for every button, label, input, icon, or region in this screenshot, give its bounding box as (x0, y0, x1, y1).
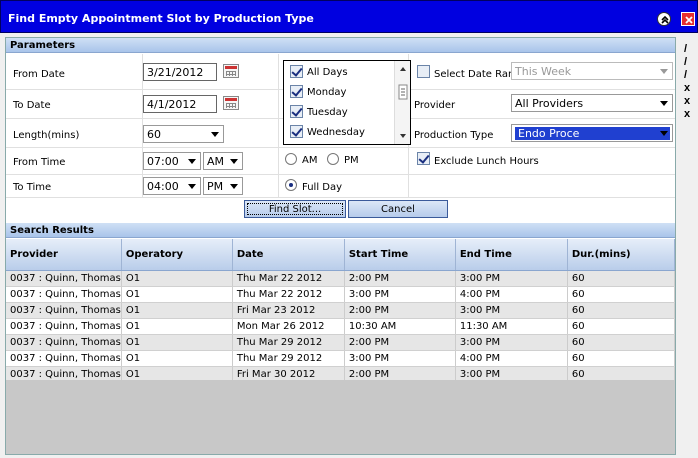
from-date-label: From Date (13, 69, 65, 80)
table-row[interactable]: 0037 : Quinn, Thomas O1 Thu Mar 22 2012 3:0… (6, 286, 676, 303)
production-type-select[interactable]: Endo Proce (511, 124, 673, 142)
results-table: Provider Operatory Date Start Time End T… (6, 239, 676, 383)
calendar-icon[interactable] (223, 64, 239, 78)
to-date-input[interactable]: 4/1/2012 (143, 95, 217, 113)
cancel-button[interactable]: Cancel (348, 200, 448, 218)
am-label: AM (302, 155, 318, 166)
parameters-header: Parameters (6, 38, 675, 53)
double-chevron-up-icon (661, 15, 669, 24)
day-label: Monday (307, 87, 347, 98)
chevron-down-icon (230, 184, 238, 189)
search-results-header: Search Results (6, 223, 675, 238)
side-mark: / (684, 43, 688, 55)
exclude-lunch-label: Exclude Lunch Hours (434, 156, 539, 167)
side-strip: / / / x x x (679, 37, 698, 455)
window-body: Parameters From Date 3/21/2012 To Date 4… (0, 33, 698, 458)
from-date-input[interactable]: 3/21/2012 (143, 63, 217, 81)
column-header-provider[interactable]: Provider (6, 239, 122, 271)
length-select[interactable]: 60 (143, 125, 224, 143)
side-mark: x (684, 82, 691, 94)
select-date-range-checkbox[interactable] (417, 65, 430, 78)
pm-radio[interactable] (327, 153, 339, 165)
day-list[interactable]: All Days Monday Tuesday Wednesday (283, 60, 411, 145)
from-time-ampm-select[interactable]: AM (203, 152, 243, 170)
chevron-down-icon (211, 132, 219, 137)
to-time-label: To Time (13, 182, 52, 193)
column-header-start-time[interactable]: Start Time (344, 239, 456, 271)
side-mark: / (684, 56, 688, 68)
table-row[interactable]: 0037 : Quinn, Thomas O1 Fri Mar 23 2012 2:0… (6, 302, 676, 319)
checkbox-wednesday[interactable] (290, 125, 303, 138)
column-header-end-time[interactable]: End Time (455, 239, 568, 271)
scroll-down-icon (400, 134, 406, 138)
full-day-label: Full Day (302, 182, 343, 193)
column-header-date[interactable]: Date (232, 239, 345, 271)
day-label: Wednesday (307, 127, 365, 138)
table-row[interactable]: 0037 : Quinn, Thomas O1 Thu Mar 29 2012 3:0… (6, 350, 676, 367)
from-time-hour-select[interactable]: 07:00 (143, 152, 201, 170)
column-header-duration[interactable]: Dur.(mins) (567, 239, 676, 271)
day-label: Tuesday (307, 107, 348, 118)
chevron-down-icon (230, 159, 238, 164)
full-day-radio[interactable] (285, 179, 297, 191)
main-panel: Parameters From Date 3/21/2012 To Date 4… (5, 37, 676, 455)
chevron-down-icon (188, 184, 196, 189)
checkbox-tuesday[interactable] (290, 105, 303, 118)
window-title: Find Empty Appointment Slot by Productio… (8, 12, 314, 25)
collapse-button[interactable] (657, 12, 671, 26)
table-row[interactable]: 0037 : Quinn, Thomas O1 Thu Mar 22 2012 2:0… (6, 270, 676, 287)
provider-label: Provider (414, 100, 456, 111)
checkbox-all-days[interactable] (290, 65, 303, 78)
side-mark: x (684, 95, 691, 107)
close-icon (685, 16, 693, 24)
chevron-down-icon (660, 101, 668, 106)
to-time-ampm-select[interactable]: PM (203, 177, 243, 195)
production-type-label: Production Type (414, 130, 494, 141)
to-date-label: To Date (13, 100, 51, 111)
chevron-down-icon (660, 131, 668, 136)
to-time-hour-select[interactable]: 04:00 (143, 177, 201, 195)
checkbox-monday[interactable] (290, 85, 303, 98)
side-mark: / (684, 69, 688, 81)
title-bar: Find Empty Appointment Slot by Productio… (0, 0, 698, 33)
table-row[interactable]: 0037 : Quinn, Thomas O1 Mon Mar 26 2012 10:… (6, 318, 676, 335)
close-button[interactable] (681, 12, 695, 26)
scroll-up-icon (400, 67, 406, 71)
table-row[interactable]: 0037 : Quinn, Thomas O1 Thu Mar 29 2012 2:0… (6, 334, 676, 351)
chevron-down-icon (188, 159, 196, 164)
calendar-icon[interactable] (223, 96, 239, 110)
provider-select[interactable]: All Providers (511, 94, 673, 112)
side-mark: x (684, 108, 691, 120)
column-header-operatory[interactable]: Operatory (121, 239, 233, 271)
day-label: All Days (307, 67, 348, 78)
date-range-select[interactable]: This Week (511, 62, 673, 80)
pm-label: PM (344, 155, 359, 166)
day-list-scrollbar[interactable] (394, 61, 410, 144)
from-time-label: From Time (13, 157, 66, 168)
exclude-lunch-checkbox[interactable] (417, 152, 430, 165)
chevron-down-icon (660, 69, 668, 74)
find-slot-button[interactable]: Find Slot... (244, 200, 346, 218)
results-empty-area (6, 380, 675, 454)
length-label: Length(mins) (13, 130, 80, 141)
am-radio[interactable] (285, 153, 297, 165)
